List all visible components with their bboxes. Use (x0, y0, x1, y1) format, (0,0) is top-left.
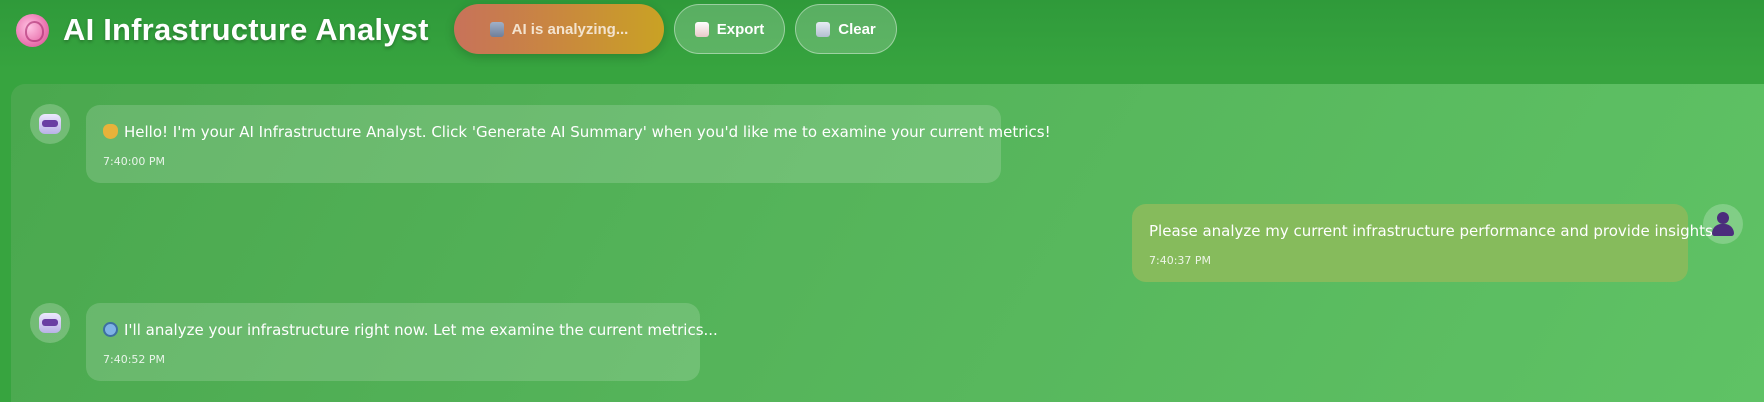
message-text: Please analyze my current infrastructure… (1149, 222, 1718, 240)
clear-button-label: Clear (838, 20, 876, 38)
robot-icon (39, 114, 61, 134)
message-timestamp: 7:40:37 PM (1149, 254, 1212, 267)
user-icon (1711, 212, 1735, 236)
export-button[interactable]: Export (674, 4, 785, 54)
ai-avatar (30, 104, 70, 144)
message-text: Hello! I'm your AI Infrastructure Analys… (124, 123, 1051, 141)
message-timestamp: 7:40:00 PM (103, 155, 166, 168)
magnifying-glass-icon (103, 322, 118, 337)
robot-icon (489, 21, 504, 37)
waving-hand-icon (103, 124, 118, 139)
message-timestamp: 7:40:52 PM (103, 353, 166, 366)
chat-panel[interactable]: Hello! I'm your AI Infrastructure Analys… (11, 84, 1764, 402)
clipboard-icon (694, 21, 709, 37)
clear-button[interactable]: Clear (795, 4, 897, 54)
user-message-bubble: Please analyze my current infrastructure… (1132, 204, 1718, 282)
analyze-button-label: AI is analyzing... (511, 20, 629, 38)
robot-icon (39, 313, 61, 333)
user-avatar (1703, 204, 1743, 244)
title-area: AI Infrastructure Analyst (16, 12, 429, 48)
export-button-label: Export (716, 20, 765, 38)
app-title: AI Infrastructure Analyst (63, 12, 429, 47)
ai-message-bubble: I'll analyze your infrastructure right n… (86, 303, 718, 381)
message-text: I'll analyze your infrastructure right n… (124, 321, 718, 339)
generate-summary-button[interactable]: AI is analyzing... (454, 4, 664, 54)
trash-icon (816, 21, 831, 37)
ai-message-bubble: Hello! I'm your AI Infrastructure Analys… (86, 105, 1051, 183)
app-header: AI Infrastructure Analyst AI is analyzin… (0, 0, 1764, 70)
ai-avatar (30, 303, 70, 343)
brain-icon (16, 13, 49, 47)
